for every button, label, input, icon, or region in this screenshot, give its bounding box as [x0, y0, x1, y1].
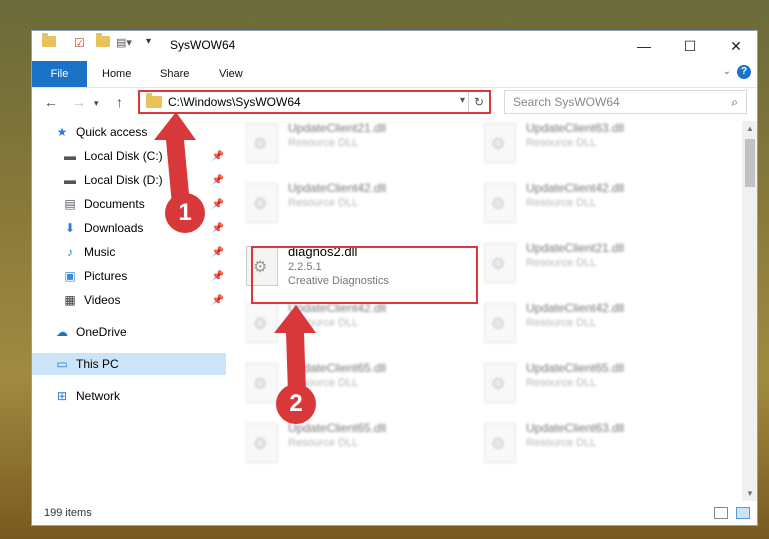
arrow-2 [274, 305, 316, 392]
callout-2: 2 [276, 384, 316, 424]
arrow-1 [154, 112, 196, 205]
callout-1: 1 [165, 193, 205, 233]
annotation-overlay [154, 112, 316, 392]
